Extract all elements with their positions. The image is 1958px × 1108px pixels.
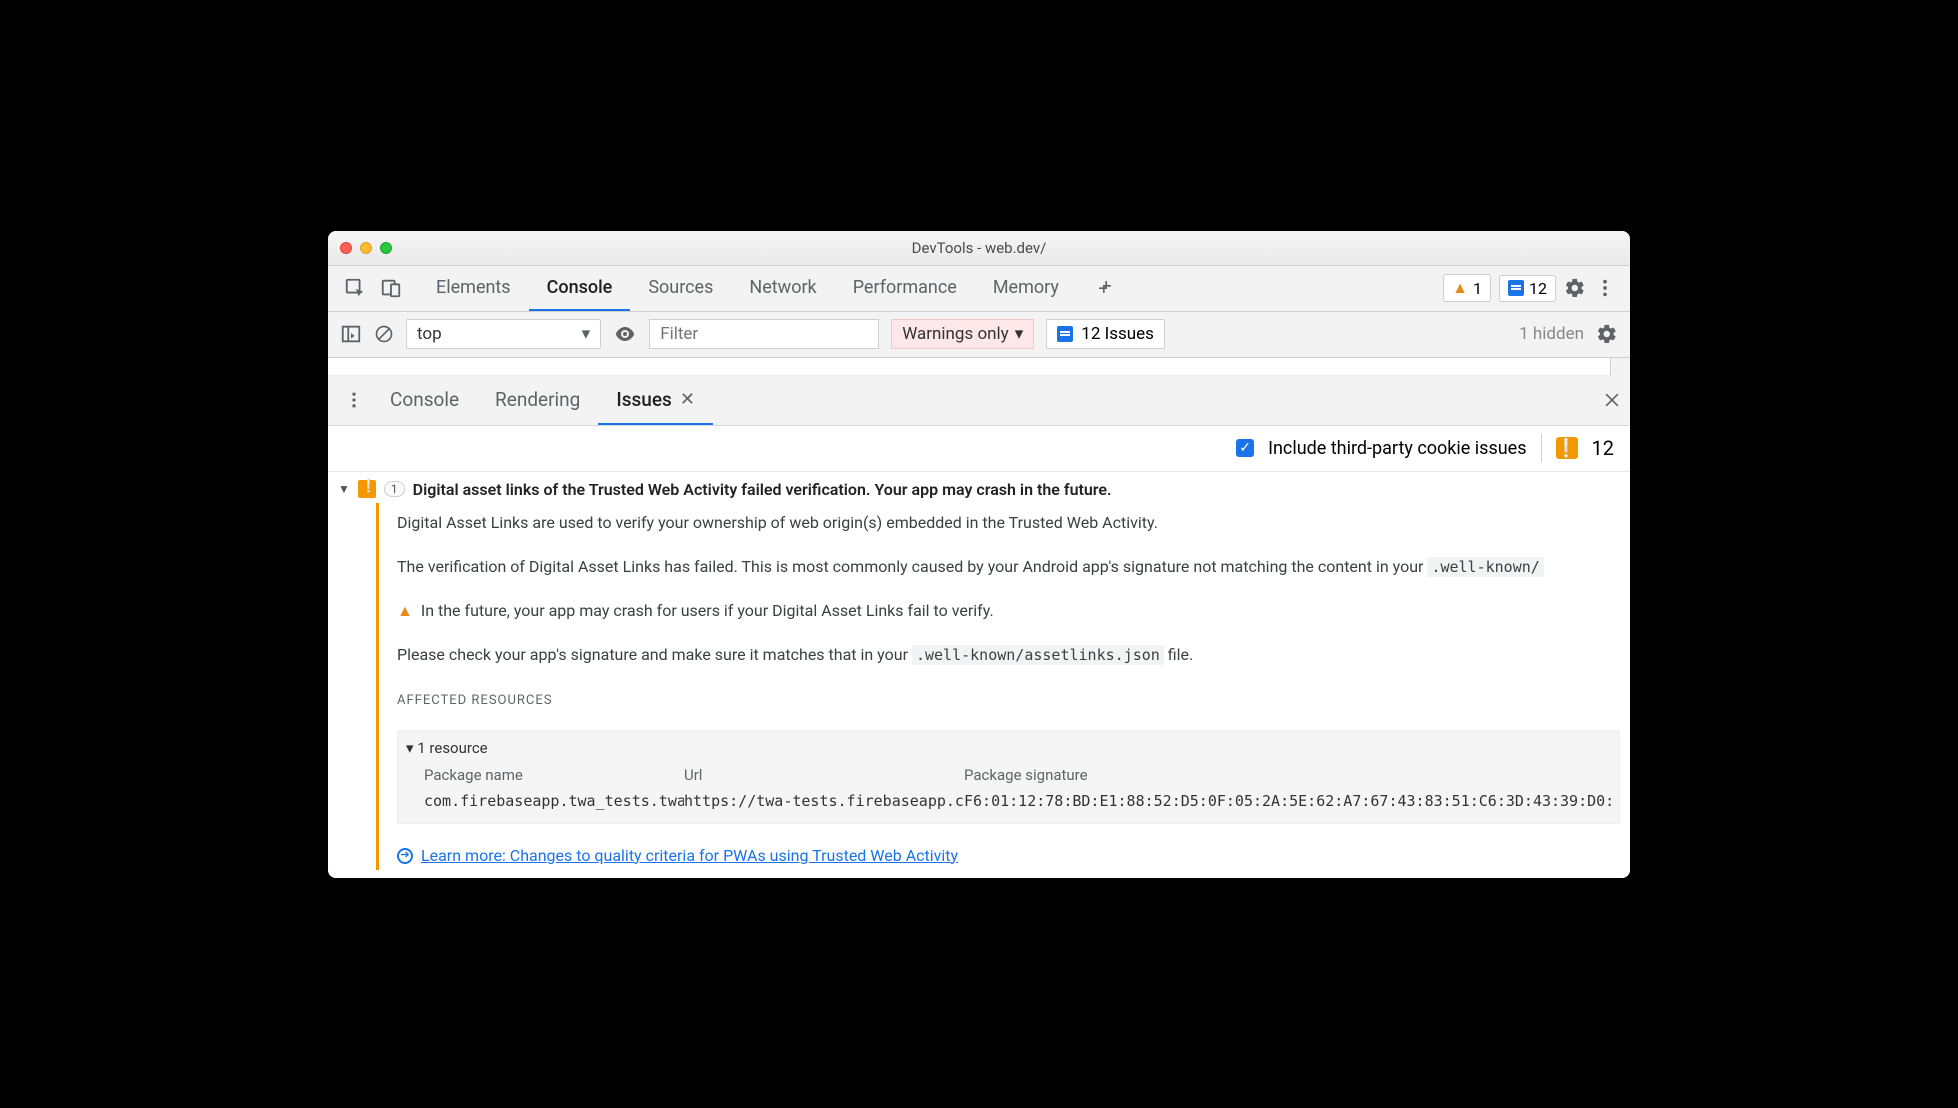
affected-resources: ▾ 1 resource Package name Url Package si… bbox=[397, 730, 1620, 824]
tab-label: Rendering bbox=[495, 388, 580, 411]
main-tabs: Elements Console Sources Network Perform… bbox=[418, 266, 1429, 311]
tab-label: Issues bbox=[616, 388, 671, 411]
settings-icon[interactable] bbox=[1564, 277, 1586, 299]
chevron-down-icon: ▾ bbox=[406, 739, 414, 757]
issue-paragraph: The verification of Digital Asset Links … bbox=[397, 555, 1620, 579]
tab-label: Elements bbox=[436, 277, 511, 298]
issue-warning-icon: ❕ bbox=[1556, 437, 1578, 459]
issues-badge[interactable]: 12 bbox=[1499, 275, 1556, 302]
console-sidebar-icon[interactable] bbox=[340, 323, 362, 345]
warnings-badge[interactable]: ▲ 1 bbox=[1443, 274, 1491, 302]
minimize-window-button[interactable] bbox=[360, 242, 372, 254]
maximize-window-button[interactable] bbox=[380, 242, 392, 254]
context-value: top bbox=[417, 324, 442, 344]
warning-icon: ▲ bbox=[1452, 278, 1468, 298]
titlebar: DevTools - web.dev/ bbox=[328, 231, 1630, 266]
issues-total: 12 bbox=[1592, 436, 1614, 460]
learn-more-row: ➔ Learn more: Changes to quality criteri… bbox=[397, 844, 1620, 868]
console-filter-bar: top ▾ Warnings only ▾ 12 Issues 1 hidden bbox=[328, 312, 1630, 358]
issue-icon bbox=[1057, 326, 1073, 342]
code-fragment: .well-known/ bbox=[1427, 557, 1543, 577]
warning-icon: ▲ bbox=[397, 599, 413, 623]
affected-resources-header: AFFECTED RESOURCES bbox=[397, 691, 1620, 711]
issue-count-pill: 1 bbox=[384, 481, 405, 497]
close-window-button[interactable] bbox=[340, 242, 352, 254]
code-fragment: .well-known/assetlinks.json bbox=[912, 645, 1164, 665]
tab-memory[interactable]: Memory bbox=[975, 266, 1077, 311]
issue-row-header[interactable]: ▼ 1 Digital asset links of the Trusted W… bbox=[338, 478, 1630, 501]
log-level-label: Warnings only bbox=[902, 324, 1009, 344]
console-output-strip bbox=[328, 358, 1630, 376]
hidden-count[interactable]: 1 hidden bbox=[1519, 324, 1584, 344]
issue-warning-line: ▲ In the future, your app may crash for … bbox=[397, 599, 1620, 623]
third-party-label: Include third-party cookie issues bbox=[1268, 438, 1526, 459]
col-header: Package name bbox=[424, 764, 684, 787]
issue-paragraph: In the future, your app may crash for us… bbox=[421, 599, 994, 623]
tab-network[interactable]: Network bbox=[731, 266, 834, 311]
chevron-down-icon: ▾ bbox=[1015, 324, 1024, 344]
issue-paragraph: Please check your app's signature and ma… bbox=[397, 643, 1620, 667]
arrow-circle-icon: ➔ bbox=[397, 848, 413, 864]
issues-options-bar: ✓ Include third-party cookie issues ❕ 12 bbox=[328, 426, 1630, 472]
inspect-element-icon[interactable] bbox=[344, 277, 366, 299]
window-controls bbox=[340, 242, 392, 254]
issues-content: ▼ 1 Digital asset links of the Trusted W… bbox=[328, 472, 1630, 878]
main-toolbar: Elements Console Sources Network Perform… bbox=[328, 266, 1630, 312]
resource-count-label: 1 resource bbox=[417, 739, 487, 757]
tab-label: Memory bbox=[993, 277, 1059, 298]
issues-chip-label: 12 Issues bbox=[1081, 324, 1154, 344]
window-title: DevTools - web.dev/ bbox=[328, 239, 1630, 257]
issues-chip[interactable]: 12 Issues bbox=[1046, 319, 1165, 349]
tab-overflow-icon[interactable] bbox=[1077, 266, 1133, 311]
cell-signature: F6:01:12:78:BD:E1:88:52:D5:0F:05:2A:5E:6… bbox=[964, 790, 1611, 813]
console-settings-icon[interactable] bbox=[1596, 323, 1618, 345]
tab-label: Console bbox=[547, 277, 613, 298]
drawer-tab-console[interactable]: Console bbox=[372, 376, 477, 425]
tab-console[interactable]: Console bbox=[529, 266, 631, 311]
device-toggle-icon[interactable] bbox=[380, 277, 402, 299]
issue-icon bbox=[1508, 280, 1524, 296]
devtools-window: DevTools - web.dev/ Elements Console Sou… bbox=[328, 231, 1630, 878]
drawer-more-icon[interactable] bbox=[336, 390, 372, 410]
drawer-tabs: Console Rendering Issues ✕ bbox=[328, 376, 1630, 426]
cell-url: https://twa-tests.firebaseapp.com/ bbox=[684, 790, 964, 813]
close-drawer-icon[interactable] bbox=[1602, 390, 1622, 410]
tab-elements[interactable]: Elements bbox=[418, 266, 529, 311]
tab-label: Sources bbox=[648, 277, 713, 298]
tab-label: Network bbox=[749, 277, 816, 298]
issues-count: 12 bbox=[1529, 279, 1547, 298]
cell-package: com.firebaseapp.twa_tests.twa bbox=[424, 790, 684, 813]
issue-title: Digital asset links of the Trusted Web A… bbox=[413, 480, 1112, 499]
chevron-down-icon: ▾ bbox=[582, 324, 591, 344]
filter-input[interactable] bbox=[649, 319, 879, 349]
expand-icon[interactable]: ▼ bbox=[338, 482, 350, 496]
third-party-checkbox[interactable]: ✓ bbox=[1236, 439, 1254, 457]
clear-console-icon[interactable] bbox=[374, 324, 394, 344]
more-icon[interactable] bbox=[1594, 277, 1616, 299]
tab-label: Performance bbox=[853, 277, 957, 298]
col-header: Package signature bbox=[964, 764, 1611, 787]
tab-sources[interactable]: Sources bbox=[630, 266, 731, 311]
drawer-tab-rendering[interactable]: Rendering bbox=[477, 376, 598, 425]
col-header: Url bbox=[684, 764, 964, 787]
context-select[interactable]: top ▾ bbox=[406, 319, 601, 349]
tab-label: Console bbox=[390, 388, 459, 411]
issue-warning-icon bbox=[358, 480, 376, 498]
learn-more-link[interactable]: Learn more: Changes to quality criteria … bbox=[421, 844, 958, 868]
live-expression-icon[interactable] bbox=[613, 322, 637, 346]
resource-table: Package name Url Package signature com.f… bbox=[406, 760, 1611, 813]
drawer-tab-issues[interactable]: Issues ✕ bbox=[598, 376, 713, 425]
log-level-select[interactable]: Warnings only ▾ bbox=[891, 319, 1034, 349]
resource-toggle[interactable]: ▾ 1 resource bbox=[406, 737, 1611, 760]
issue-paragraph: Digital Asset Links are used to verify y… bbox=[397, 511, 1620, 535]
tab-performance[interactable]: Performance bbox=[835, 266, 975, 311]
close-tab-icon[interactable]: ✕ bbox=[680, 389, 695, 410]
issue-body: Digital Asset Links are used to verify y… bbox=[376, 503, 1630, 870]
warning-count: 1 bbox=[1473, 279, 1482, 298]
